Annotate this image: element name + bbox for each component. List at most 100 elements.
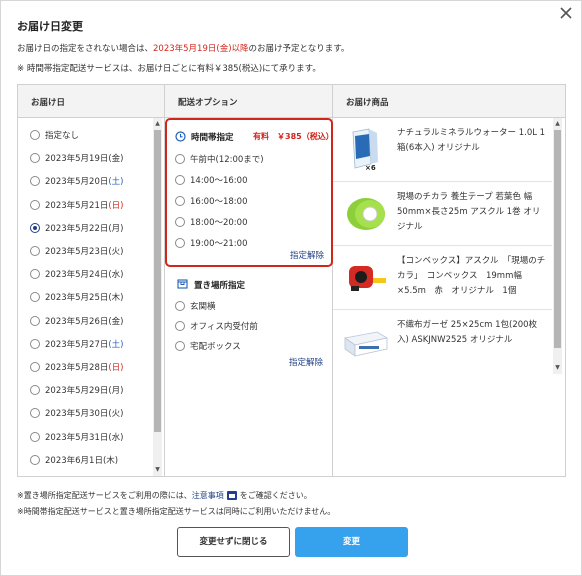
product-name: 現場のチカラ 養生テープ 若葉色 幅50mm×長さ25m アスクル 1巻 オリジ… xyxy=(397,192,541,232)
date-option[interactable]: 2023年5月25日(木) xyxy=(30,291,124,303)
delivery-date-dialog: お届け日変更 お届け日の指定をされない場合は、2023年5月19日(金)以降のお… xyxy=(0,0,582,576)
close-icon[interactable] xyxy=(559,6,573,20)
radio-button[interactable] xyxy=(30,222,40,233)
time-slot-option[interactable]: 18:00〜20:00 xyxy=(175,216,248,228)
radio-button[interactable] xyxy=(175,301,185,311)
place-clear-link[interactable]: 指定解除 xyxy=(289,356,323,368)
weekday-text: (日) xyxy=(108,200,124,211)
option-column-header: 配送オプション xyxy=(165,85,332,118)
date-label: 2023年5月29日(月) xyxy=(45,386,124,396)
time-slot-option[interactable]: 午前中(12:00まで) xyxy=(175,153,264,165)
date-label: 2023年6月1日(木) xyxy=(45,456,118,466)
radio-button[interactable] xyxy=(175,217,185,227)
date-option[interactable]: 指定なし xyxy=(30,129,79,141)
date-label: 2023年5月23日(火) xyxy=(45,247,124,257)
weekday-text: (土) xyxy=(108,339,124,350)
radio-button[interactable] xyxy=(30,408,40,419)
change-button[interactable]: 変更 xyxy=(295,527,408,557)
date-label: 2023年5月27日(土) xyxy=(45,340,124,350)
scroll-up-icon[interactable]: ▲ xyxy=(553,120,562,128)
radio-button[interactable] xyxy=(30,153,40,164)
radio-button[interactable] xyxy=(175,238,185,248)
radio-button[interactable] xyxy=(30,315,40,326)
weekday-text: (月) xyxy=(108,386,124,397)
date-option[interactable]: 2023年5月29日(月) xyxy=(30,384,124,396)
date-option[interactable]: 2023年5月27日(土) xyxy=(30,338,124,350)
place-label: 宅配ボックス xyxy=(190,342,241,352)
date-text: 2023年5月23日 xyxy=(45,247,109,257)
radio-button[interactable] xyxy=(175,341,185,351)
place-option[interactable]: オフィス内受付前 xyxy=(175,320,258,332)
date-text: 2023年5月24日 xyxy=(45,270,109,281)
time-slot-label: 18:00〜20:00 xyxy=(190,218,248,228)
close-without-change-button[interactable]: 変更せずに閉じる xyxy=(177,527,290,557)
date-option[interactable]: 2023年6月1日(木) xyxy=(30,454,118,466)
scroll-down-icon[interactable]: ▼ xyxy=(553,364,562,372)
radio-button[interactable] xyxy=(30,269,40,280)
place-option-title: 置き場所指定 xyxy=(194,281,246,291)
date-option[interactable]: 2023年5月26日(金) xyxy=(30,315,124,327)
product-column-header: お届け商品 xyxy=(333,85,565,118)
date-option[interactable]: 2023年5月23日(火) xyxy=(30,245,124,257)
time-slot-option[interactable]: 14:00〜16:00 xyxy=(175,174,248,186)
radio-button[interactable] xyxy=(30,292,40,303)
radio-button[interactable] xyxy=(175,196,185,206)
date-option[interactable]: 2023年5月31日(水) xyxy=(30,431,124,443)
product-item: ×6 ナチュラルミネラルウォーター 1.0L 1箱(6本入) オリジナル xyxy=(333,118,552,182)
date-text: 2023年5月30日 xyxy=(45,409,109,420)
selection-panel: お届け日 指定なし 2023年5月19日(金) 2023年5月20日(土) 2023年… xyxy=(17,84,566,477)
product-column: お届け商品 ×6 ナチュラルミネラルウォーター 1.0L 1箱(6本入) オリジ… xyxy=(333,85,565,476)
dialog-title: お届け日変更 xyxy=(17,20,83,33)
date-scrollbar[interactable]: ▲ ▼ xyxy=(153,118,162,476)
radio-button[interactable] xyxy=(30,176,40,187)
radio-button[interactable] xyxy=(30,385,40,396)
date-label: 2023年5月24日(水) xyxy=(45,270,124,280)
radio-button[interactable] xyxy=(30,130,40,140)
date-option[interactable]: 2023年5月28日(日) xyxy=(30,361,124,373)
info-prefix: お届け日の指定をされない場合は、 xyxy=(17,44,154,54)
date-text: 2023年5月19日 xyxy=(45,154,109,165)
radio-button[interactable] xyxy=(30,454,40,465)
notice-link[interactable]: 注意事項 xyxy=(192,491,224,500)
water-box-image: ×6 xyxy=(343,126,389,172)
place-service-note: ※置き場所指定配送サービスをご利用の際には、注意事項 をご確認ください。 xyxy=(17,490,312,501)
date-option[interactable]: 2023年5月21日(日) xyxy=(30,199,124,211)
weekday-text: (土) xyxy=(108,177,124,188)
scroll-up-icon[interactable]: ▲ xyxy=(153,120,162,128)
time-slot-option[interactable]: 19:00〜21:00 xyxy=(175,237,248,249)
radio-button[interactable] xyxy=(175,175,185,185)
radio-button[interactable] xyxy=(175,154,185,164)
date-option[interactable]: 2023年5月20日(土) xyxy=(30,175,124,187)
date-column: お届け日 指定なし 2023年5月19日(金) 2023年5月20日(土) 2023年… xyxy=(18,85,165,476)
product-scrollbar[interactable]: ▲ ▼ xyxy=(553,118,562,374)
clock-icon xyxy=(175,131,186,145)
radio-button[interactable] xyxy=(30,246,40,256)
date-option[interactable]: 2023年5月22日(月) xyxy=(30,222,124,234)
place-option[interactable]: 宅配ボックス xyxy=(175,340,241,352)
time-clear-link[interactable]: 指定解除 xyxy=(290,249,324,261)
date-option[interactable]: 2023年5月30日(火) xyxy=(30,407,124,419)
product-name: 不織布ガーゼ 25×25cm 1包(200枚入) ASKJNW2525 オリジナ… xyxy=(397,320,538,345)
weekday-text: (金) xyxy=(108,154,124,165)
radio-button[interactable] xyxy=(175,321,185,331)
time-slot-label: 19:00〜21:00 xyxy=(190,239,248,249)
date-option[interactable]: 2023年5月24日(水) xyxy=(30,268,124,280)
date-label: 指定なし xyxy=(45,131,79,141)
info-suffix: のお届け予定となります。 xyxy=(248,44,350,54)
date-label: 2023年5月26日(金) xyxy=(45,317,124,327)
radio-button[interactable] xyxy=(30,338,40,349)
date-text: 2023年5月25日 xyxy=(45,293,109,304)
weekday-text: (火) xyxy=(108,409,124,420)
date-label: 2023年5月25日(木) xyxy=(45,293,124,303)
radio-button[interactable] xyxy=(30,199,40,210)
place-option[interactable]: 玄関横 xyxy=(175,300,216,312)
radio-button[interactable] xyxy=(30,362,40,372)
scroll-down-icon[interactable]: ▼ xyxy=(153,466,162,474)
time-slot-option[interactable]: 16:00〜18:00 xyxy=(175,195,248,207)
date-option[interactable]: 2023年5月19日(金) xyxy=(30,152,124,164)
date-label: 2023年5月31日(水) xyxy=(45,433,124,443)
product-scroll-thumb[interactable] xyxy=(554,130,561,348)
radio-button[interactable] xyxy=(30,431,40,442)
date-scroll-thumb[interactable] xyxy=(154,130,161,432)
date-label: 2023年5月21日(日) xyxy=(45,201,124,211)
